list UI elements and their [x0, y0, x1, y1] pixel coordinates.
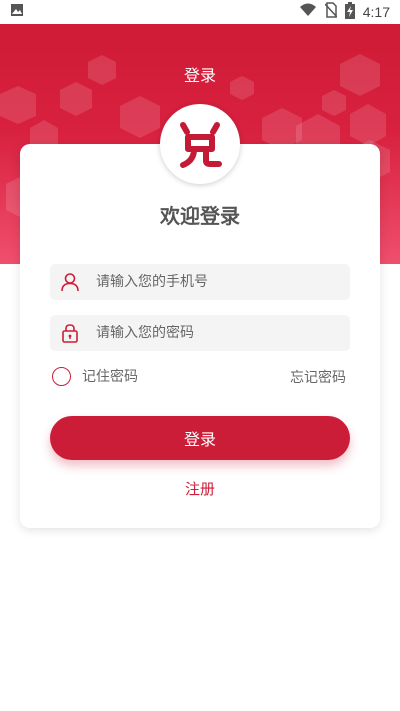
remember-radio[interactable] [52, 366, 71, 386]
phone-field[interactable] [50, 264, 350, 300]
remember-password-label: 记住密码 [82, 369, 138, 385]
welcome-heading: 欢迎登录 [160, 204, 240, 228]
page-title: 登录 [183, 66, 216, 85]
password-field[interactable] [50, 315, 350, 351]
phone-input[interactable] [96, 274, 336, 290]
image-icon [10, 3, 24, 21]
wifi-icon [299, 3, 317, 21]
brand-logo-glyph [180, 122, 222, 168]
password-input[interactable] [96, 325, 336, 341]
brand-logo-icon [160, 104, 240, 184]
status-time: 4:17 [362, 4, 390, 20]
user-icon [60, 272, 80, 292]
register-link[interactable]: 注册 [20, 478, 380, 499]
login-button[interactable]: 登录 [50, 416, 350, 460]
forgot-password-link[interactable]: 忘记密码 [290, 367, 346, 387]
battery-charging-icon [344, 1, 355, 23]
status-bar: 4:17 [0, 0, 400, 24]
no-sim-icon [324, 2, 338, 22]
lock-icon [60, 323, 80, 343]
remember-password-toggle[interactable]: 记住密码 [52, 366, 138, 386]
